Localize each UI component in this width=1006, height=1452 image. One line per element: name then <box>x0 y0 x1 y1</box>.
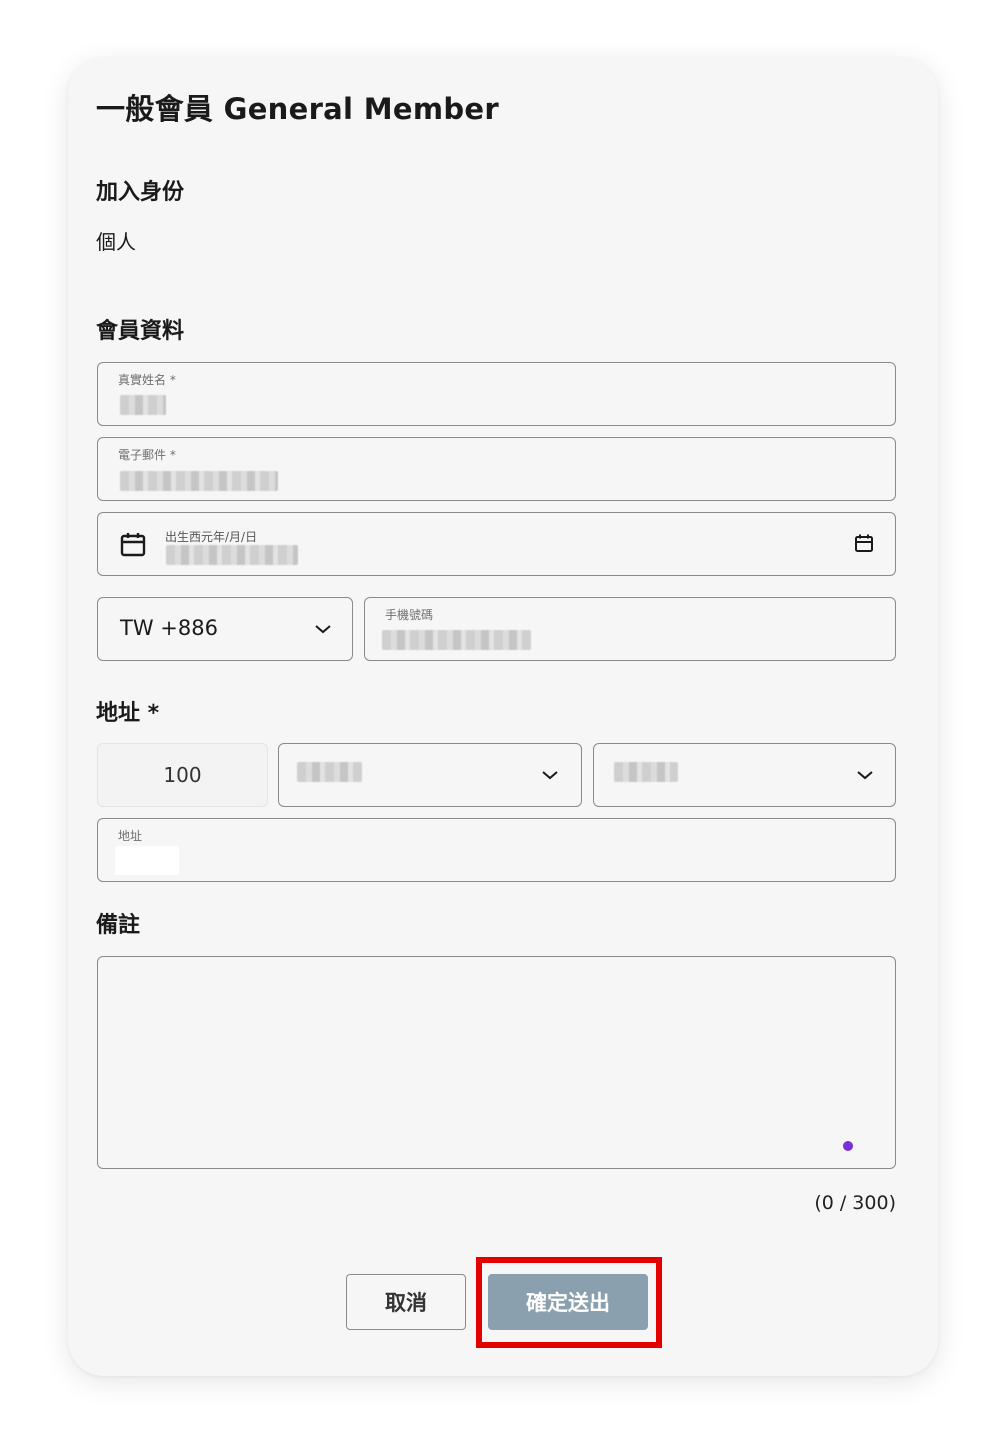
city-value <box>297 762 362 782</box>
identity-value: 個人 <box>96 230 136 254</box>
chevron-down-icon <box>857 771 873 780</box>
calendar-icon[interactable] <box>854 533 874 553</box>
chevron-down-icon <box>542 771 558 780</box>
notes-character-counter: (0 / 300) <box>814 1192 896 1214</box>
identity-heading: 加入身份 <box>96 180 185 205</box>
form-title: 一般會員 General Member <box>96 92 499 126</box>
address-field[interactable]: 地址 <box>97 818 896 882</box>
phone-field[interactable]: 手機號碼 <box>364 597 896 661</box>
real-name-label: 真實姓名 * <box>118 373 176 387</box>
birthday-label: 出生西元年/月/日 <box>165 530 258 544</box>
district-value <box>614 762 678 782</box>
real-name-field[interactable]: 真實姓名 * <box>97 362 896 426</box>
email-label: 電子郵件 * <box>118 448 176 462</box>
phone-value <box>382 630 531 650</box>
birthday-field[interactable]: 出生西元年/月/日 <box>97 512 896 576</box>
email-value <box>120 471 278 491</box>
notes-textarea[interactable] <box>97 956 896 1169</box>
address-label: 地址 <box>118 829 143 843</box>
address-heading: 地址 * <box>96 701 160 726</box>
city-select[interactable] <box>278 743 582 807</box>
country-code-value: TW +886 <box>120 616 218 640</box>
address-value <box>115 846 179 875</box>
zip-code-field: 100 <box>97 743 268 807</box>
country-code-select[interactable]: TW +886 <box>97 597 353 661</box>
birthday-value <box>166 545 298 565</box>
cancel-button[interactable]: 取消 <box>346 1274 466 1330</box>
email-field[interactable]: 電子郵件 * <box>97 437 896 501</box>
district-select[interactable] <box>593 743 896 807</box>
member-form-card: 一般會員 General Member 加入身份 個人 會員資料 真實姓名 * … <box>68 58 938 1376</box>
status-dot <box>843 1141 853 1151</box>
calendar-icon[interactable] <box>120 531 146 557</box>
submit-button[interactable]: 確定送出 <box>488 1274 648 1330</box>
real-name-value <box>120 395 166 415</box>
chevron-down-icon <box>315 625 331 634</box>
member-info-heading: 會員資料 <box>96 319 185 344</box>
notes-heading: 備註 <box>96 913 141 938</box>
phone-label: 手機號碼 <box>385 608 434 622</box>
